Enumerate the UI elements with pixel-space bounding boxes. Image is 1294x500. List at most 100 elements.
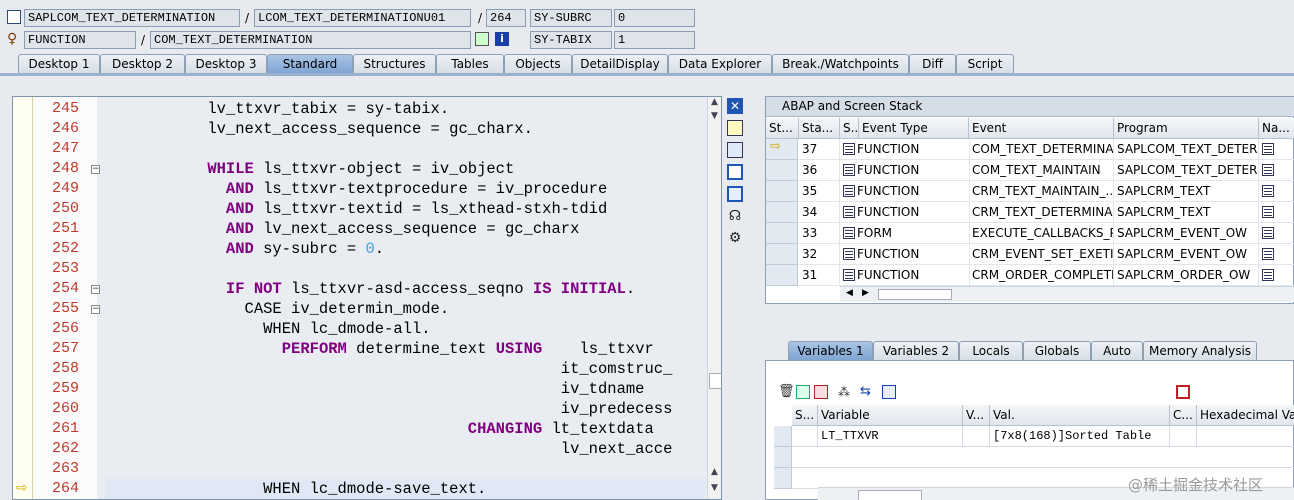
navigate-icon[interactable] [1262,248,1274,260]
nav-cell[interactable] [1259,265,1294,286]
navigate-icon[interactable] [1262,185,1274,197]
tab-structures[interactable]: Structures [353,54,436,74]
info-icon[interactable]: i [495,32,509,46]
var1-name-field[interactable]: SY-SUBRC [530,9,612,27]
col-header[interactable]: Sta... [799,118,840,139]
row-selector[interactable] [766,160,798,181]
tab-script[interactable]: Script [956,54,1014,74]
col-header[interactable]: V... [963,405,990,426]
tab-desktop-1[interactable]: Desktop 1 [18,54,100,74]
tab-memory-analysis[interactable]: Memory Analysis [1143,341,1257,361]
floppy-save-icon[interactable] [1176,385,1190,399]
full-screen-icon[interactable] [727,186,743,202]
display-object-icon[interactable] [475,32,489,46]
col-header[interactable]: St... [766,118,799,139]
col-header[interactable]: Variable [818,405,963,426]
navigate-icon[interactable] [1262,206,1274,218]
fold-toggle[interactable]: − [91,305,100,314]
tab-breakpoints[interactable]: Break./Watchpoints [772,54,909,74]
navigate-icon[interactable] [1262,164,1274,176]
scroll-down-icon[interactable]: ▼ [711,111,718,121]
col-header[interactable]: Hexadecimal Value [1197,405,1294,426]
stack-horizontal-scrollbar[interactable]: ◀ ▶ [840,286,1294,302]
new-tool-icon[interactable] [727,120,743,136]
tab-data-explorer[interactable]: Data Explorer [668,54,772,74]
breakpoint-gutter[interactable] [13,97,33,499]
nav-cell[interactable] [1259,139,1294,160]
nav-cell[interactable] [1259,181,1294,202]
services-icon[interactable]: ⚙ [727,230,743,246]
swap-tool-icon[interactable] [727,142,743,158]
tab-tables[interactable]: Tables [436,54,504,74]
nav-cell[interactable] [1259,223,1294,244]
navigate-icon[interactable] [1262,143,1274,155]
col-header[interactable]: Event Type [859,118,969,139]
tab-auto[interactable]: Auto [1091,341,1143,361]
navigate-icon[interactable] [1262,269,1274,281]
program-field[interactable]: SAPLCOM_TEXT_DETERMINATION [24,9,240,27]
var1-value-field[interactable]: 0 [614,9,695,27]
scroll-left-icon[interactable]: ◀ [846,288,853,298]
nav-cell[interactable] [1259,202,1294,223]
variable-cell[interactable]: LT_TTXVR [818,426,963,447]
source-editor[interactable]: 245 246 247 248 249 250 251 252 253 254 … [12,96,722,500]
col-header[interactable]: C... [1170,405,1197,426]
nav-cell[interactable] [1259,160,1294,181]
delete-icon[interactable]: 🗑 [778,385,795,399]
col-header[interactable]: Val. [990,405,1170,426]
tab-variables-1[interactable]: Variables 1 [788,341,873,361]
tab-standard[interactable]: Standard [267,54,353,74]
tab-desktop-3[interactable]: Desktop 3 [185,54,267,74]
row-selector[interactable] [774,426,792,447]
tab-locals[interactable]: Locals [959,341,1023,361]
tab-objects[interactable]: Objects [504,54,572,74]
col-header[interactable]: Event [969,118,1114,139]
name-field[interactable]: COM_TEXT_DETERMINATION [150,31,471,49]
value-cell[interactable]: [7x8(168)]Sorted Table [990,426,1170,447]
close-icon[interactable]: ✕ [727,98,743,114]
row-selector[interactable] [766,223,798,244]
empty-row[interactable] [792,447,1294,468]
scroll-down-icon[interactable]: ▼ [711,483,718,493]
scroll-thumb[interactable] [858,490,922,500]
nav-cell[interactable] [1259,244,1294,265]
tab-diff[interactable]: Diff [909,54,956,74]
transfer-icon[interactable]: ⇆ [860,385,874,399]
maximize-icon[interactable] [727,164,743,180]
change-icon[interactable] [796,385,810,399]
col-header[interactable]: Program [1114,118,1259,139]
var2-value-field[interactable]: 1 [614,31,695,49]
var2-name-field[interactable]: SY-TABIX [530,31,612,49]
scroll-up-icon[interactable]: ▲ [711,97,718,107]
fold-toggle[interactable]: − [91,285,100,294]
navigate-icon[interactable] [1262,227,1274,239]
tab-desktop-2[interactable]: Desktop 2 [100,54,185,74]
row-selector[interactable] [774,447,792,468]
line-field[interactable]: 264 [486,9,526,27]
tab-globals[interactable]: Globals [1023,341,1091,361]
save-variant-icon[interactable] [814,385,828,399]
scroll-right-icon[interactable]: ▶ [862,288,869,298]
include-field[interactable]: LCOM_TEXT_DETERMINATIONU01 [254,9,471,27]
tab-detaildisplay[interactable]: DetailDisplay [572,54,668,74]
col-header[interactable]: Na... [1259,118,1294,139]
fold-toggle[interactable]: − [91,165,100,174]
row-selector[interactable] [774,468,792,489]
row-selector[interactable] [766,244,798,265]
row-selector[interactable] [766,181,798,202]
row-selector[interactable] [766,202,798,223]
tab-variables-2[interactable]: Variables 2 [873,341,959,361]
scroll-thumb[interactable] [709,373,721,389]
code-line: PERFORM determine_text USING ls_ttxvr [281,340,654,358]
row-selector[interactable]: ⇨ [766,139,798,160]
editor-vertical-scrollbar[interactable]: ▲ ▼ ▲ ▼ [707,97,721,499]
headset-icon[interactable]: ☊ [727,208,743,224]
col-header[interactable]: S... [840,118,859,139]
type-field[interactable]: FUNCTION [24,31,136,49]
col-header[interactable]: S... [792,405,818,426]
scroll-thumb[interactable] [878,289,952,300]
window-icon[interactable] [882,385,896,399]
hierarchy-icon[interactable]: ⁂ [838,385,852,399]
row-selector[interactable] [766,265,798,286]
scroll-up-icon[interactable]: ▲ [711,467,718,477]
